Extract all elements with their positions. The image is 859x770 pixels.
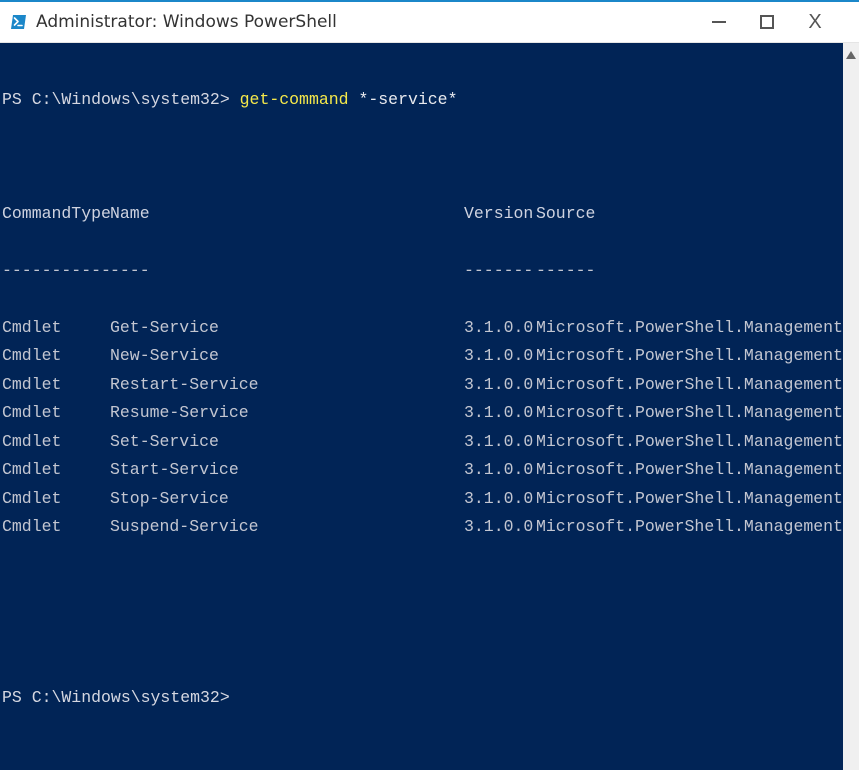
table-header-row: CommandTypeNameVersionSource bbox=[2, 200, 843, 229]
cell-source: Microsoft.PowerShell.Management bbox=[536, 371, 843, 400]
cell-type: Cmdlet bbox=[2, 314, 110, 343]
close-button[interactable]: X bbox=[795, 2, 835, 42]
cell-source: Microsoft.PowerShell.Management bbox=[536, 456, 843, 485]
terminal-wrapper: PS C:\Windows\system32> get-command *-se… bbox=[0, 43, 859, 770]
cell-source: Microsoft.PowerShell.Management bbox=[536, 428, 843, 457]
prompt-line-2: PS C:\Windows\system32> bbox=[2, 684, 843, 713]
header-source: Source bbox=[536, 200, 595, 229]
maximize-button[interactable] bbox=[747, 2, 787, 42]
cell-source: Microsoft.PowerShell.Management bbox=[536, 314, 843, 343]
command-args: *-service* bbox=[349, 90, 458, 109]
table-row: CmdletGet-Service3.1.0.0Microsoft.PowerS… bbox=[2, 314, 843, 343]
window-title: Administrator: Windows PowerShell bbox=[36, 12, 695, 32]
title-bar[interactable]: Administrator: Windows PowerShell X bbox=[0, 0, 859, 43]
scrollbar-track[interactable] bbox=[843, 43, 859, 770]
blank-line bbox=[2, 143, 843, 172]
prompt-2: PS C:\Windows\system32> bbox=[2, 688, 240, 707]
prompt-line-1: PS C:\Windows\system32> get-command *-se… bbox=[2, 86, 843, 115]
cell-version: 3.1.0.0 bbox=[464, 399, 536, 428]
table-row: CmdletStop-Service3.1.0.0Microsoft.Power… bbox=[2, 485, 843, 514]
cell-version: 3.1.0.0 bbox=[464, 371, 536, 400]
blank-line bbox=[2, 627, 843, 656]
cell-source: Microsoft.PowerShell.Management bbox=[536, 485, 843, 514]
divider-type: ----------- bbox=[2, 257, 110, 286]
cell-version: 3.1.0.0 bbox=[464, 456, 536, 485]
blank-line bbox=[2, 570, 843, 599]
cell-source: Microsoft.PowerShell.Management bbox=[536, 399, 843, 428]
minimize-button[interactable] bbox=[699, 2, 739, 42]
table-row: CmdletSuspend-Service3.1.0.0Microsoft.Po… bbox=[2, 513, 843, 542]
cell-type: Cmdlet bbox=[2, 485, 110, 514]
divider-source: ------ bbox=[536, 257, 595, 286]
table-row: CmdletNew-Service3.1.0.0Microsoft.PowerS… bbox=[2, 342, 843, 371]
header-commandtype: CommandType bbox=[2, 200, 110, 229]
cell-type: Cmdlet bbox=[2, 513, 110, 542]
prompt-1: PS C:\Windows\system32> bbox=[2, 90, 240, 109]
scroll-up-icon[interactable] bbox=[846, 51, 856, 59]
header-name: Name bbox=[110, 200, 464, 229]
cell-type: Cmdlet bbox=[2, 428, 110, 457]
cell-type: Cmdlet bbox=[2, 399, 110, 428]
window-controls: X bbox=[695, 2, 839, 42]
cell-version: 3.1.0.0 bbox=[464, 314, 536, 343]
cell-source: Microsoft.PowerShell.Management bbox=[536, 342, 843, 371]
cell-source: Microsoft.PowerShell.Management bbox=[536, 513, 843, 542]
cell-type: Cmdlet bbox=[2, 371, 110, 400]
table-row: CmdletResume-Service3.1.0.0Microsoft.Pow… bbox=[2, 399, 843, 428]
command-name: get-command bbox=[240, 90, 349, 109]
divider-name: ---- bbox=[110, 257, 464, 286]
cell-name: Get-Service bbox=[110, 314, 464, 343]
cell-version: 3.1.0.0 bbox=[464, 428, 536, 457]
cell-type: Cmdlet bbox=[2, 456, 110, 485]
cell-name: Resume-Service bbox=[110, 399, 464, 428]
table-body: CmdletGet-Service3.1.0.0Microsoft.PowerS… bbox=[2, 314, 843, 542]
header-version: Version bbox=[464, 200, 536, 229]
table-row: CmdletStart-Service3.1.0.0Microsoft.Powe… bbox=[2, 456, 843, 485]
table-row: CmdletRestart-Service3.1.0.0Microsoft.Po… bbox=[2, 371, 843, 400]
table-row: CmdletSet-Service3.1.0.0Microsoft.PowerS… bbox=[2, 428, 843, 457]
cell-name: New-Service bbox=[110, 342, 464, 371]
powershell-icon bbox=[10, 13, 28, 31]
cell-version: 3.1.0.0 bbox=[464, 513, 536, 542]
terminal-output[interactable]: PS C:\Windows\system32> get-command *-se… bbox=[0, 43, 843, 770]
cell-name: Suspend-Service bbox=[110, 513, 464, 542]
cell-name: Set-Service bbox=[110, 428, 464, 457]
cell-name: Start-Service bbox=[110, 456, 464, 485]
table-divider-row: ---------------------------- bbox=[2, 257, 843, 286]
cell-type: Cmdlet bbox=[2, 342, 110, 371]
cell-version: 3.1.0.0 bbox=[464, 342, 536, 371]
cell-version: 3.1.0.0 bbox=[464, 485, 536, 514]
cell-name: Restart-Service bbox=[110, 371, 464, 400]
divider-version: ------- bbox=[464, 257, 536, 286]
cell-name: Stop-Service bbox=[110, 485, 464, 514]
